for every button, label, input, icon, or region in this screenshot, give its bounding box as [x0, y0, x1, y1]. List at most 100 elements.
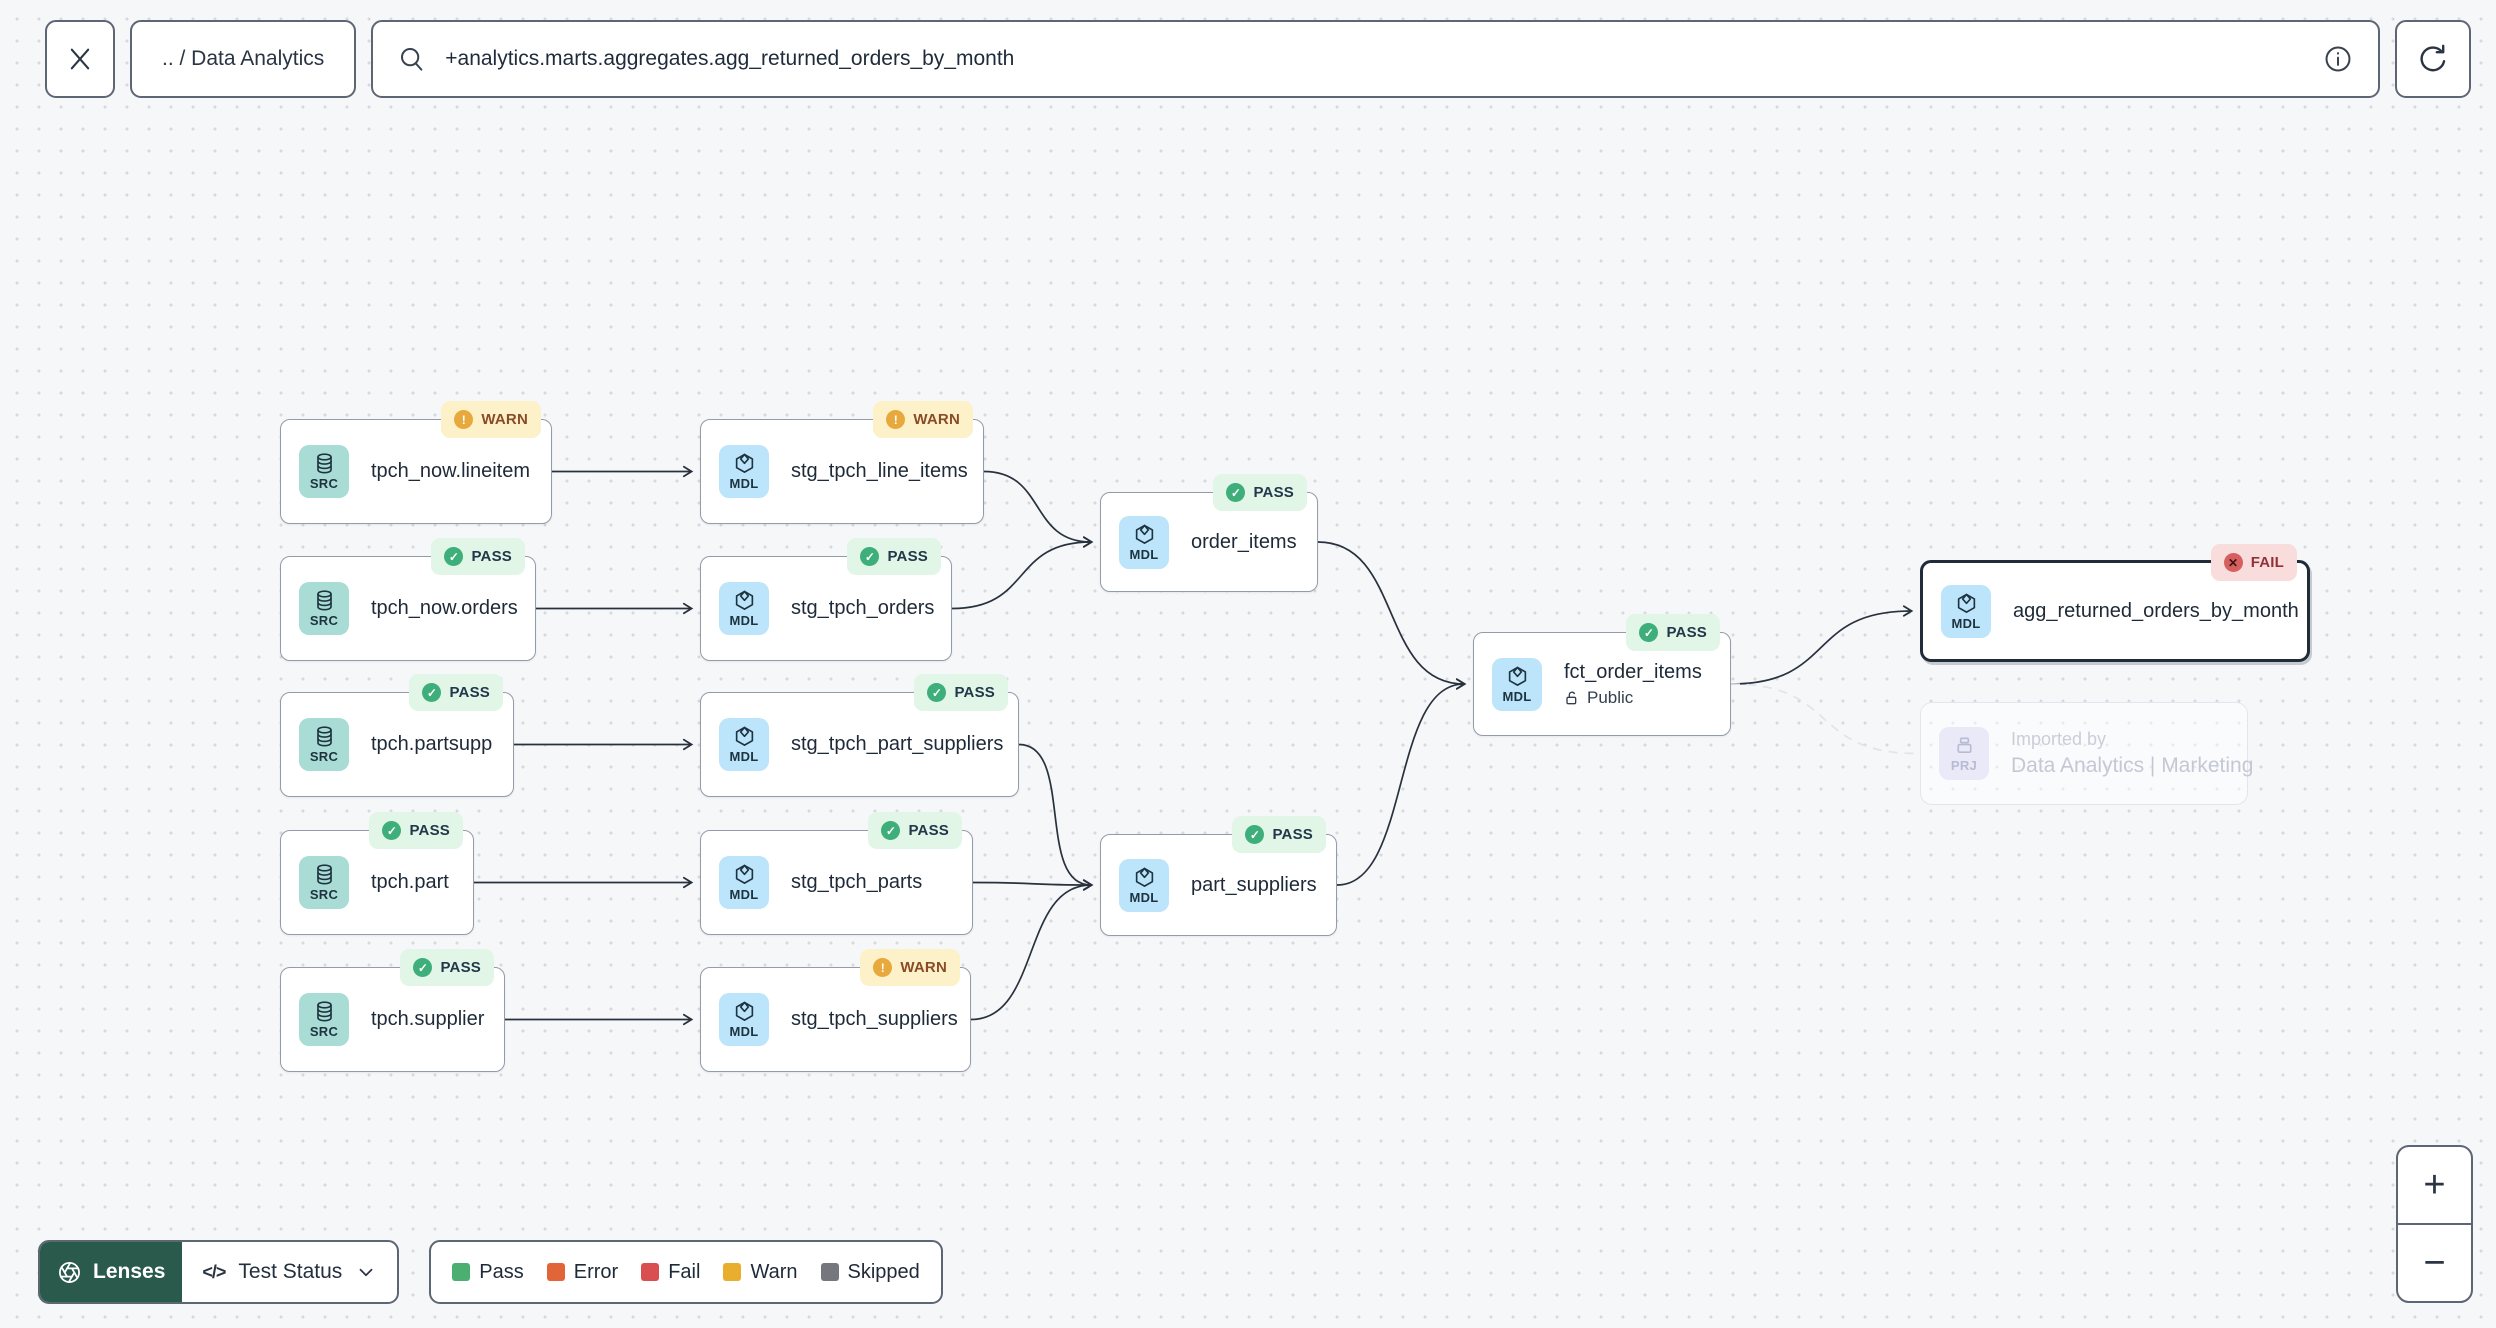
legend-item-skipped: Skipped — [820, 1260, 920, 1284]
status-badge-label: PASS — [449, 684, 490, 701]
node-label: stg_tpch_line_items — [791, 460, 968, 482]
node-tpch_now_orders[interactable]: ✓ PASS SRC tpch_now.orders — [280, 538, 536, 661]
node-type-tile: MDL — [719, 993, 769, 1046]
status-pass-icon: ✓ — [1245, 825, 1265, 844]
node-tpch_partsupp[interactable]: ✓ PASS SRC tpch.partsupp — [280, 674, 514, 797]
cube-icon — [735, 453, 753, 473]
status-pass-icon: ✓ — [413, 958, 433, 977]
node-access-label: Public — [1564, 688, 1702, 708]
status-badge-label: PASS — [440, 959, 481, 976]
node-tpch_now_lineitem[interactable]: ! WARN SRC tpch_now.lineitem — [280, 401, 552, 524]
node-type-label: MDL — [729, 1024, 759, 1039]
lenses-label: Lenses — [93, 1260, 166, 1283]
status-badge-warn: ! WARN — [441, 401, 541, 438]
status-badge-label: FAIL — [2250, 554, 2284, 571]
node-type-tile: MDL — [1119, 515, 1169, 569]
cube-icon — [1135, 867, 1153, 887]
node-type-tile: SRC — [299, 993, 349, 1046]
close-button[interactable] — [45, 20, 115, 98]
database-icon — [316, 1001, 332, 1022]
zoom-in-button[interactable]: + — [2398, 1147, 2471, 1223]
status-badge-pass: ✓ PASS — [431, 538, 525, 575]
cube-icon — [735, 1001, 753, 1021]
lens-selector[interactable]: </> Test Status — [182, 1242, 397, 1302]
status-badge-pass: ✓ PASS — [914, 674, 1008, 711]
zoom-out-button[interactable]: − — [2398, 1223, 2471, 1301]
refresh-button[interactable] — [2395, 20, 2471, 98]
status-badge-fail: ✕ FAIL — [2210, 544, 2297, 581]
project-icon — [1956, 737, 1972, 754]
node-type-label: MDL — [729, 887, 759, 902]
status-badge-pass: ✓ PASS — [1232, 816, 1326, 853]
legend-item-error: Error — [546, 1261, 618, 1284]
node-stg_tpch_part_suppliers[interactable]: ✓ PASS MDL stg_tpch_part_suppliers — [700, 674, 1019, 797]
status-badge-warn: ! WARN — [860, 949, 960, 986]
node-type-label: PRJ — [1950, 758, 1978, 773]
status-badge-pass: ✓ PASS — [369, 812, 463, 849]
node-type-tile: MDL — [719, 445, 769, 498]
status-badge-pass: ✓ PASS — [847, 538, 941, 575]
legend-item-warn: Warn — [723, 1261, 798, 1284]
node-type-tile: MDL — [719, 718, 769, 771]
info-icon[interactable] — [2322, 43, 2354, 75]
node-tpch_part[interactable]: ✓ PASS SRC tpch.part — [280, 812, 474, 935]
legend-item-fail: Fail — [641, 1261, 700, 1284]
node-stg_tpch_parts[interactable]: ✓ PASS MDL stg_tpch_parts — [700, 812, 973, 935]
node-label: tpch.supplier — [371, 1008, 485, 1030]
database-icon — [316, 726, 332, 747]
node-type-tile: SRC — [299, 582, 349, 635]
cube-icon — [735, 726, 753, 746]
node-label: stg_tpch_suppliers — [791, 1008, 958, 1030]
zoom-controls: + − — [2396, 1145, 2473, 1303]
node-type-label: SRC — [309, 1024, 339, 1039]
node-imported_by: PRJ Imported by Data Analytics | Marketing — [1920, 702, 2253, 805]
breadcrumb[interactable]: .. / Data Analytics — [130, 20, 357, 98]
node-label: fct_order_items — [1564, 660, 1702, 683]
legend-swatch — [546, 1263, 565, 1281]
node-stg_tpch_line_items[interactable]: ! WARN MDL stg_tpch_line_items — [700, 401, 984, 524]
status-badge-label: PASS — [908, 822, 949, 839]
node-stg_tpch_suppliers[interactable]: ! WARN MDL stg_tpch_suppliers — [700, 949, 971, 1072]
node-part_suppliers[interactable]: ✓ PASS MDL part_suppliers — [1100, 816, 1337, 936]
lens-selected-label: Test Status — [238, 1260, 343, 1283]
node-fct_order_items[interactable]: ✓ PASS MDL fct_order_items Public — [1473, 614, 1731, 736]
status-warn-icon: ! — [454, 410, 474, 429]
node-type-label: MDL — [1502, 688, 1532, 704]
lineage-canvas: ! WARN SRC tpch_now.lineitem ! WARN MDL stg_tpc… — [0, 0, 2496, 1328]
status-badge-label: PASS — [1666, 624, 1707, 641]
node-type-label: MDL — [729, 613, 759, 628]
status-warn-icon: ! — [886, 410, 906, 429]
status-warn-icon: ! — [873, 958, 893, 977]
search-input[interactable] — [445, 47, 2304, 71]
status-fail-icon: ✕ — [2223, 553, 2243, 572]
cube-icon — [1508, 666, 1526, 686]
node-type-tile: PRJ — [1939, 727, 1989, 780]
node-type-tile: MDL — [1119, 858, 1169, 912]
breadcrumb-label: .. / Data Analytics — [162, 47, 325, 70]
node-label: stg_tpch_parts — [791, 871, 923, 893]
node-label: stg_tpch_orders — [791, 597, 935, 619]
node-agg_returned_orders_by_month[interactable]: ✕ FAIL MDL agg_returned_orders_by_month — [1920, 544, 2310, 662]
node-order_items[interactable]: ✓ PASS MDL order_items — [1100, 474, 1318, 592]
database-icon — [316, 590, 332, 611]
node-type-tile: MDL — [1492, 657, 1542, 711]
chevron-down-icon — [359, 1268, 373, 1277]
node-label: agg_returned_orders_by_month — [2013, 599, 2299, 622]
node-tpch_supplier[interactable]: ✓ PASS SRC tpch.supplier — [280, 949, 505, 1072]
node-type-tile: SRC — [299, 445, 349, 498]
node-type-label: MDL — [1129, 546, 1159, 562]
status-badge-label: PASS — [954, 684, 995, 701]
code-icon: </> — [202, 1261, 226, 1282]
lenses-button[interactable]: Lenses — [40, 1242, 183, 1302]
search-icon — [401, 48, 423, 71]
node-stg_tpch_orders[interactable]: ✓ PASS MDL stg_tpch_orders — [700, 538, 952, 661]
status-badge-label: PASS — [409, 822, 450, 839]
status-badge-label: PASS — [471, 548, 512, 565]
node-label: stg_tpch_part_suppliers — [791, 733, 1004, 755]
status-badge-pass: ✓ PASS — [409, 674, 503, 711]
status-badge-label: PASS — [1272, 826, 1313, 843]
legend-label: Skipped — [847, 1260, 920, 1283]
legend-swatch — [641, 1263, 660, 1281]
node-label: tpch_now.lineitem — [371, 460, 530, 482]
status-badge-label: PASS — [887, 548, 928, 565]
